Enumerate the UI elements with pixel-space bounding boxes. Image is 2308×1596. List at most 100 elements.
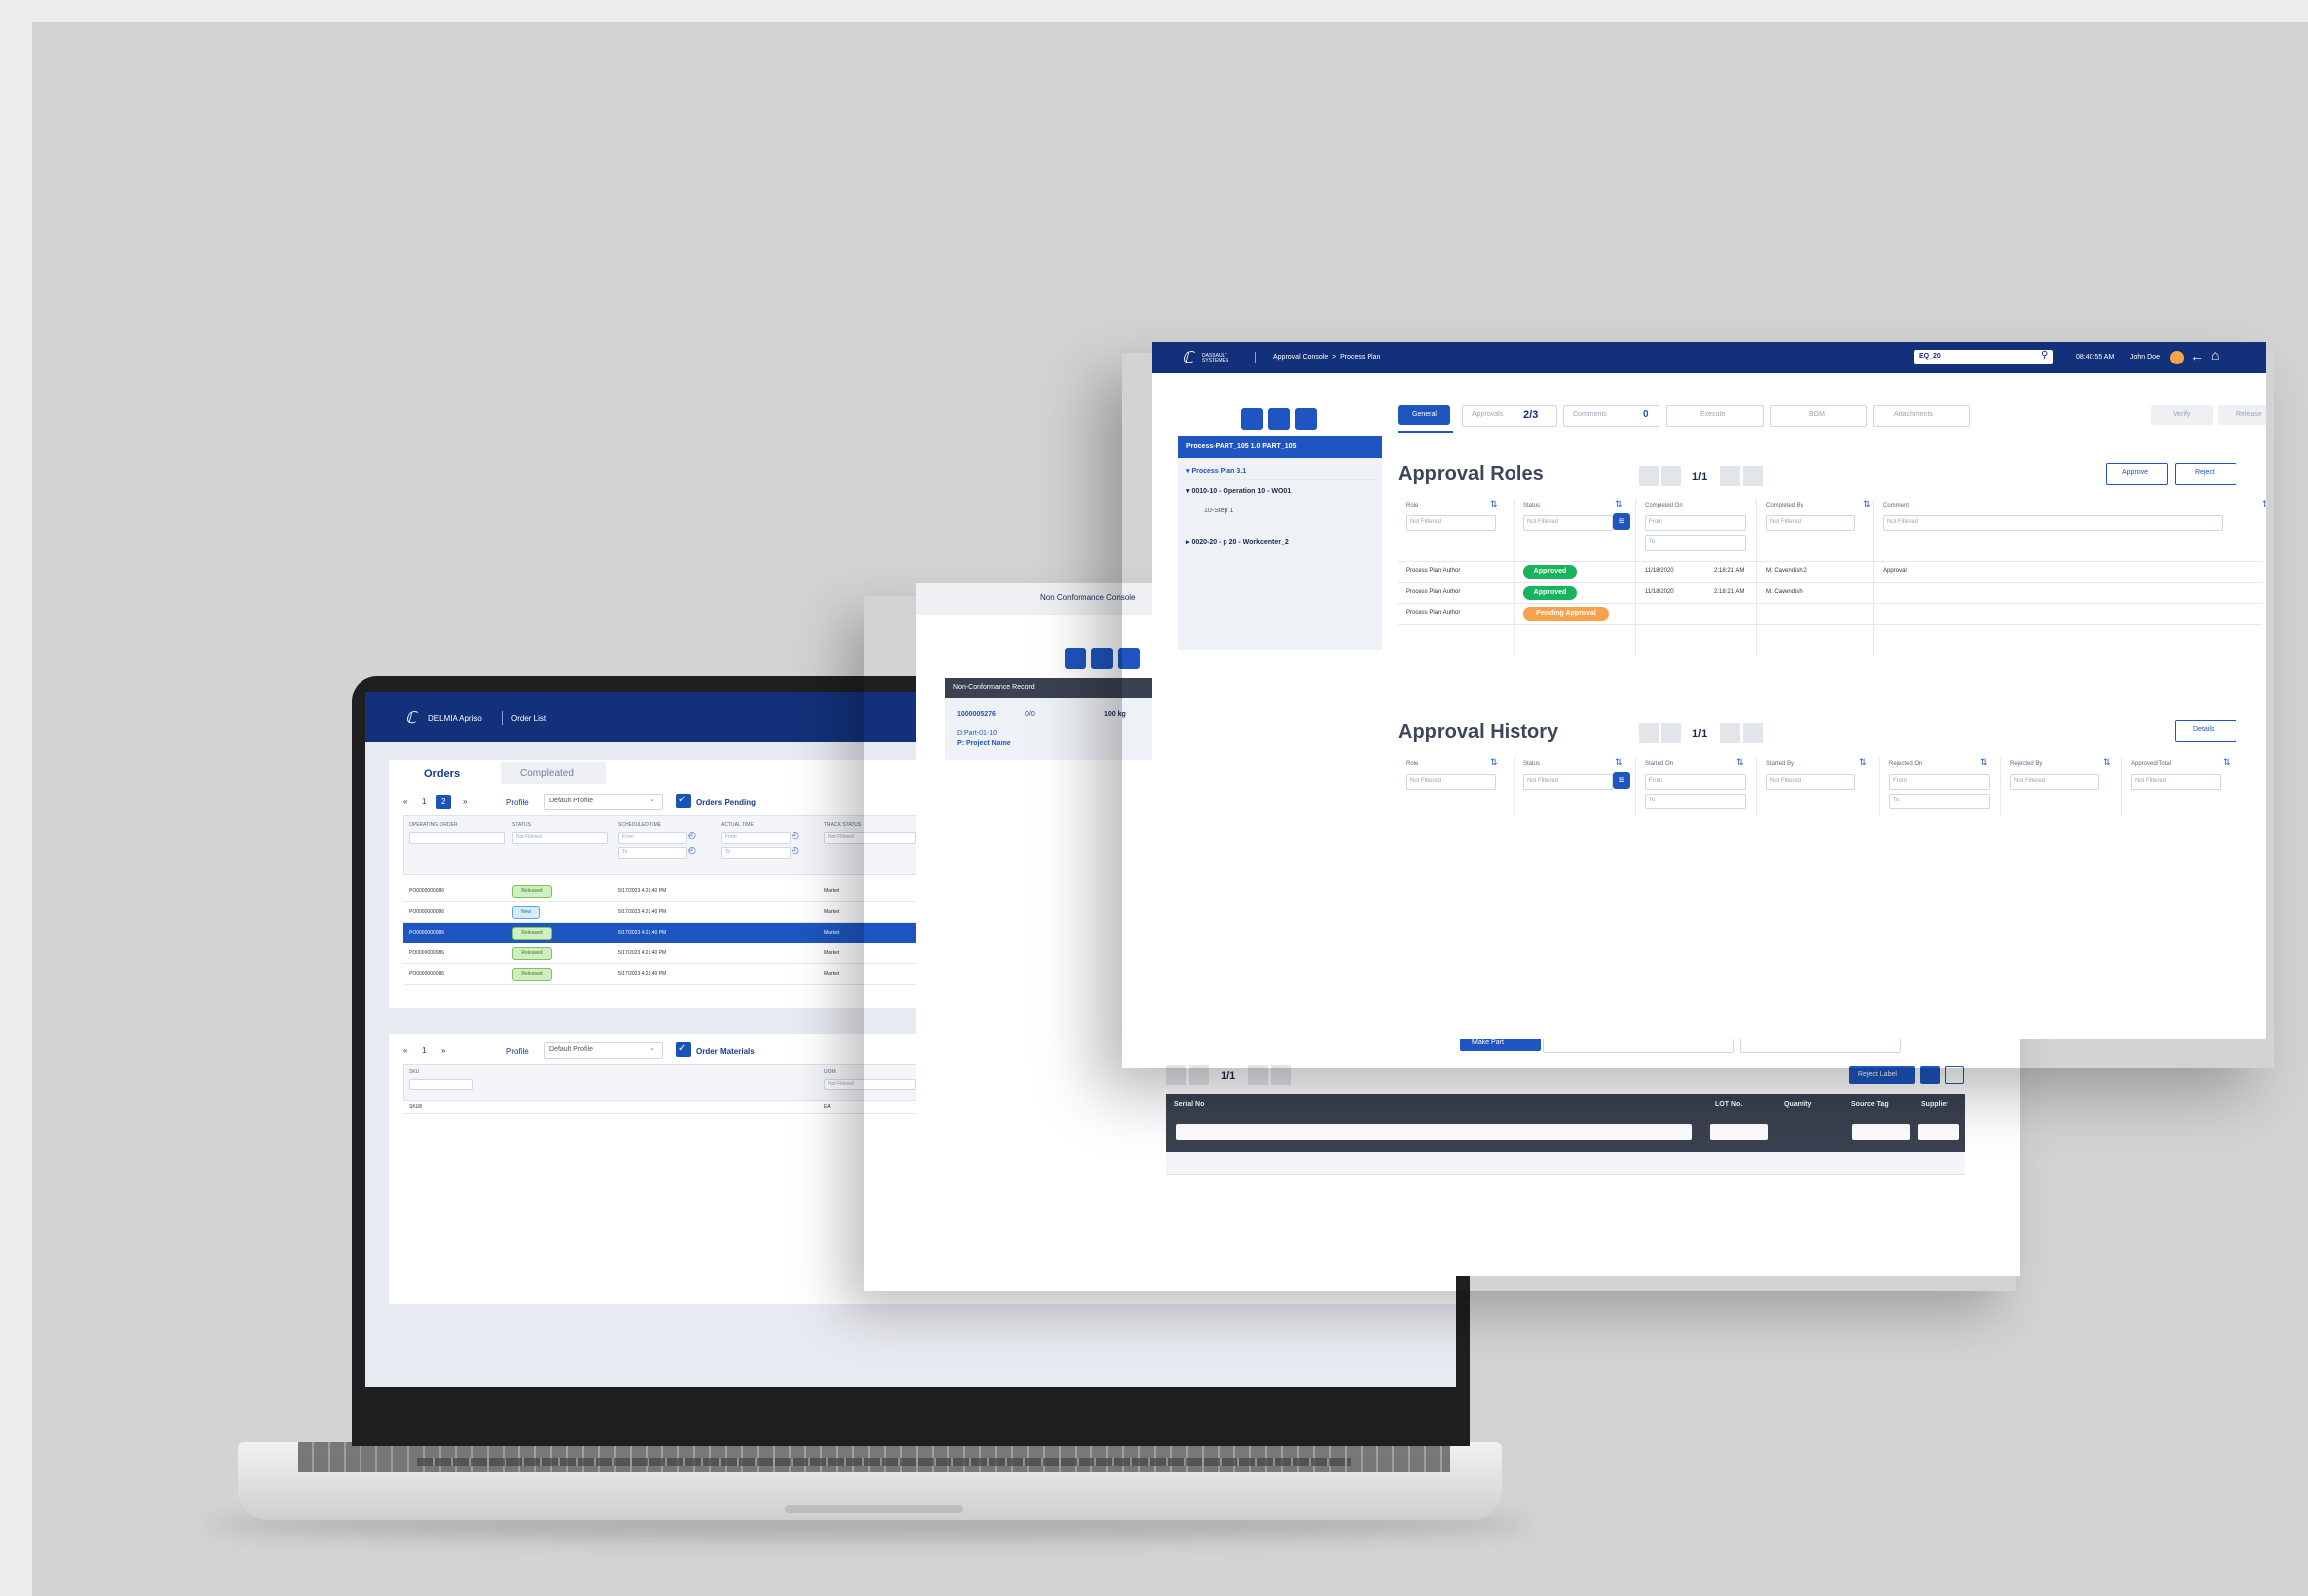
history-pager-last[interactable] <box>1743 723 1763 743</box>
cell-order: PO0000000086 <box>409 888 445 894</box>
filter-to[interactable] <box>1645 535 1746 551</box>
sort-icon[interactable]: ⇅ <box>1615 499 1623 509</box>
sort-icon[interactable]: ⇅ <box>1490 499 1498 509</box>
sort-icon[interactable]: ⇅ <box>1980 757 1988 768</box>
mockup-stage: ℂ DELMIA Apriso Order List Orders Comple… <box>0 0 2308 1596</box>
sort-icon[interactable]: ⇅ <box>1863 499 1871 509</box>
col-role: Role <box>1406 503 1419 508</box>
roles-pager-next[interactable] <box>1720 466 1740 486</box>
col-status: Status <box>1523 503 1541 508</box>
nc-square-button-outline[interactable] <box>1945 1066 1964 1084</box>
filter-placeholder: Not Filtered <box>1887 519 1919 525</box>
filter-to[interactable] <box>1889 794 1990 809</box>
nc-pager-last[interactable] <box>1271 1065 1291 1085</box>
filter-from-label: From <box>1649 778 1662 784</box>
nc-record-part: D:Part-01-10 <box>957 730 998 737</box>
nc-action-button-1[interactable] <box>1065 648 1086 669</box>
tab-bom-label: BOM <box>1809 411 1825 418</box>
filter-list-button[interactable]: ≡ <box>1613 772 1630 789</box>
notification-badge-icon[interactable] <box>2170 351 2184 364</box>
calendar-icon[interactable]: ◴ <box>792 845 799 856</box>
col-divider <box>2000 757 2001 816</box>
calendar-icon[interactable]: ◴ <box>688 845 696 856</box>
sort-icon[interactable]: ⇅ <box>1490 757 1498 768</box>
filter-order[interactable] <box>409 832 505 844</box>
sort-icon[interactable]: ⇅ <box>1736 757 1744 768</box>
back-arrow-icon[interactable]: ← <box>2190 348 2204 363</box>
filter-input[interactable] <box>1883 515 2223 531</box>
sort-icon[interactable]: ⇅ <box>2262 499 2266 509</box>
sidebar-button-3[interactable] <box>1295 408 1317 430</box>
history-pager-prev[interactable] <box>1661 723 1681 743</box>
col-divider <box>1873 499 1874 656</box>
filter-scheduled-to[interactable] <box>618 847 687 859</box>
cell-completed-by: M. Cavendish 2 <box>1766 568 1807 574</box>
row-divider <box>1398 624 2262 625</box>
pager-last-icon[interactable]: » <box>463 798 467 806</box>
sidebar-button-2[interactable] <box>1268 408 1290 430</box>
filter-sku[interactable] <box>409 1079 473 1090</box>
col-divider <box>1635 757 1636 816</box>
profile-label: Profile <box>506 798 529 807</box>
nc-supplier-filter[interactable] <box>1918 1124 1959 1140</box>
home-icon[interactable]: ⌂ <box>2211 347 2219 363</box>
nc-record-count: 0/0 <box>1025 711 1035 718</box>
sort-icon[interactable]: ⇅ <box>1859 757 1867 768</box>
history-pager-next[interactable] <box>1720 723 1740 743</box>
tab-compleated-label: Compleated <box>520 768 574 779</box>
sort-icon[interactable]: ⇅ <box>2223 757 2231 768</box>
history-pager-first[interactable] <box>1639 723 1659 743</box>
profile-label-2: Profile <box>506 1047 529 1056</box>
nc-pager-prev[interactable] <box>1189 1065 1209 1085</box>
tree-item-step[interactable]: 10-Step 1 <box>1204 508 1233 514</box>
col-completed-by: Completed By <box>1766 503 1803 508</box>
tree-item-plan[interactable]: ▾ Process Plan 3.1 <box>1186 467 1246 475</box>
cell-track-status: Market <box>824 909 840 915</box>
sort-icon[interactable]: ⇅ <box>1615 757 1623 768</box>
tree-item-op2[interactable]: ▸ 0020-20 - p 20 - Workcenter_2 <box>1186 538 1289 546</box>
filter-list-button[interactable]: ≡ <box>1613 513 1630 530</box>
col-divider <box>1879 757 1880 816</box>
roles-pager-last[interactable] <box>1743 466 1763 486</box>
pager2-last-icon[interactable]: » <box>441 1046 445 1055</box>
tab-comments-count: 0 <box>1643 409 1649 420</box>
header-search-value: EQ_20 <box>1919 353 1941 360</box>
nc-serial-filter[interactable] <box>1176 1124 1692 1140</box>
ds-logo-icon: ℂ <box>1182 350 1194 366</box>
nc-pager-first[interactable] <box>1166 1065 1186 1085</box>
filter-to[interactable] <box>1645 794 1746 809</box>
pager-first-icon[interactable]: « <box>403 798 407 806</box>
calendar-icon[interactable]: ◴ <box>792 830 799 841</box>
pager-page-1[interactable]: 1 <box>422 798 426 806</box>
tab-general-label: General <box>1412 411 1437 418</box>
col-role: Role <box>1406 761 1419 767</box>
nc-pager-next[interactable] <box>1248 1065 1268 1085</box>
nc-col-quantity: Quantity <box>1784 1101 1812 1108</box>
release-label: Release <box>2236 411 2262 418</box>
nc-source-tag-filter[interactable] <box>1852 1124 1910 1140</box>
filter-actual-to-label: To <box>725 849 731 855</box>
tree-item-op[interactable]: ▾ 0010-10 - Operation 10 - WO01 <box>1186 487 1291 495</box>
roles-pager-prev[interactable] <box>1661 466 1681 486</box>
calendar-icon[interactable]: ◴ <box>688 830 696 841</box>
filter-placeholder: Not Filtered <box>1410 519 1442 525</box>
filter-placeholder: Not Filtered <box>1770 519 1802 525</box>
tree-root-label: Process-PART_105 1.0 PART_105 <box>1186 443 1297 450</box>
filter-actual-to[interactable] <box>721 847 791 859</box>
header-divider <box>1255 352 1256 363</box>
search-icon[interactable]: ⚲ <box>2041 350 2048 361</box>
page-title: Order List <box>511 714 547 723</box>
nc-action-button-2[interactable] <box>1091 648 1113 669</box>
sidebar-button-1[interactable] <box>1241 408 1263 430</box>
nc-square-button[interactable] <box>1920 1066 1940 1084</box>
nc-col-serial: Serial No <box>1174 1101 1205 1108</box>
col-track-status: TRACK STATUS <box>824 822 862 828</box>
cell-scheduled-time: 5/17/2023 4:21:40 PM <box>618 950 667 956</box>
pager2-first-icon[interactable]: « <box>403 1046 407 1055</box>
materials-cell-sku: SKU8 <box>409 1104 423 1110</box>
pager2-page-1[interactable]: 1 <box>422 1046 426 1055</box>
roles-pager-first[interactable] <box>1639 466 1659 486</box>
sort-icon[interactable]: ⇅ <box>2103 757 2111 768</box>
col-divider <box>1514 757 1515 816</box>
nc-lot-filter[interactable] <box>1710 1124 1768 1140</box>
